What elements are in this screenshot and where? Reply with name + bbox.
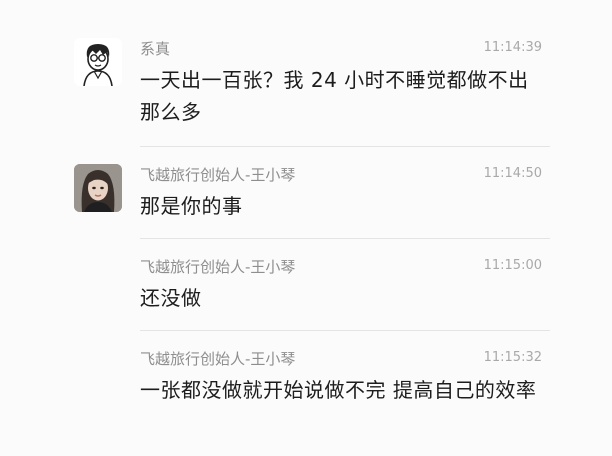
message-divider [140, 146, 550, 147]
sender-name: 系真 [140, 40, 171, 58]
message-text: 那是你的事 [140, 194, 243, 218]
message-time: 11:15:00 [483, 258, 542, 273]
message-time: 11:14:50 [483, 166, 542, 181]
sender-name: 飞越旅行创始人-王小琴 [140, 166, 296, 184]
cartoon-boy-icon [83, 44, 113, 86]
sender-name: 飞越旅行创始人-王小琴 [140, 350, 296, 368]
message-divider [140, 238, 550, 239]
message-text: 一天出一百张？我 24 小时不睡觉都做不出那么多 [140, 68, 529, 124]
cartoon-boy-avatar[interactable] [74, 38, 122, 86]
message-divider [140, 330, 550, 331]
message-time: 11:14:39 [483, 40, 542, 55]
woman-photo-icon [74, 164, 122, 212]
message-text: 一张都没做就开始说做不完 提高自己的效率 [140, 378, 537, 402]
sender-name: 飞越旅行创始人-王小琴 [140, 258, 296, 276]
message-time: 11:15:32 [483, 350, 542, 365]
chat-history: 系真 11:14:39 一天出一百张？我 24 小时不睡觉都做不出那么多 飞越旅… [0, 0, 612, 456]
message-text: 还没做 [140, 286, 202, 310]
woman-photo-avatar[interactable] [74, 164, 122, 212]
